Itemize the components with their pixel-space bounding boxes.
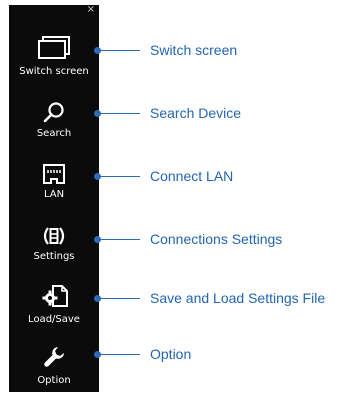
search-button[interactable]: Search bbox=[9, 101, 99, 159]
callout-line bbox=[100, 298, 140, 299]
wrench-icon bbox=[44, 347, 64, 367]
callout-line bbox=[100, 354, 140, 355]
load-save-icon bbox=[42, 285, 68, 307]
monitor-icon bbox=[38, 36, 70, 59]
lan-label: LAN bbox=[43, 189, 65, 200]
option-button[interactable]: Option bbox=[9, 345, 99, 403]
callout-text: Connect LAN bbox=[150, 168, 234, 184]
switch-screen-button[interactable]: Switch screen bbox=[9, 35, 99, 93]
callout-line bbox=[100, 176, 140, 177]
lan-port-icon bbox=[43, 164, 65, 184]
settings-label: Settings bbox=[33, 251, 75, 262]
side-toolbar: × Switch screen Search LAN Settings Load… bbox=[9, 4, 99, 392]
load-save-label: Load/Save bbox=[28, 314, 80, 325]
callout-line bbox=[100, 239, 140, 240]
settings-button[interactable]: Settings bbox=[9, 225, 99, 283]
switch-screen-label: Switch screen bbox=[19, 66, 89, 77]
callout-text: Connections Settings bbox=[150, 231, 283, 247]
callout-text: Search Device bbox=[150, 105, 242, 121]
option-label: Option bbox=[37, 375, 71, 386]
callout-text: Option bbox=[150, 346, 192, 362]
callout-text: Save and Load Settings File bbox=[150, 290, 326, 306]
search-label: Search bbox=[36, 128, 72, 139]
close-icon[interactable]: × bbox=[87, 4, 95, 16]
search-icon bbox=[43, 102, 64, 123]
callout-line bbox=[100, 113, 140, 114]
load-save-button[interactable]: Load/Save bbox=[9, 284, 99, 342]
connections-settings-icon bbox=[43, 227, 65, 245]
callout-text: Switch screen bbox=[150, 42, 238, 58]
callout-line bbox=[100, 50, 140, 51]
lan-button[interactable]: LAN bbox=[9, 163, 99, 221]
